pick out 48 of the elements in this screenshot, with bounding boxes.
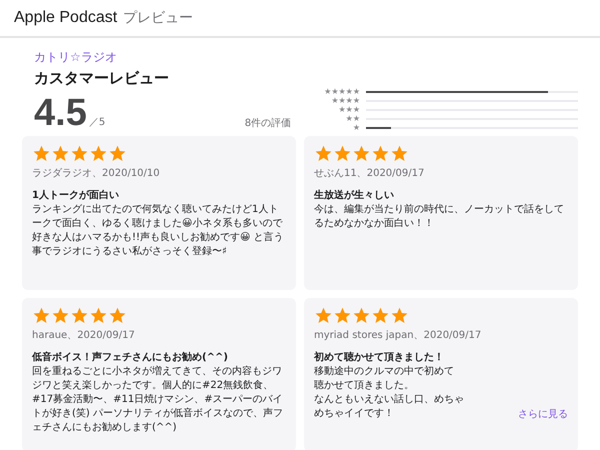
review-text: 聴かせて頂きました。 (314, 379, 414, 393)
star-icon (108, 144, 127, 163)
review-text: 今は、編集が当たり前の時代に、ノーカットで話をしてるためなかなか面白い！！ (314, 203, 565, 231)
star-icon (70, 306, 89, 325)
rating-count: 8件の評価 (244, 116, 292, 130)
review-author: せぶん11、2020/09/17 (314, 167, 424, 180)
star-icon (51, 306, 70, 325)
review-author: myriad stores japan、2020/09/17 (314, 329, 482, 342)
star-icon (371, 306, 390, 325)
review-author: ラジダラジオ、2020/10/10 (32, 167, 160, 180)
review-title: 低音ボイス！声フェチさんにもお勧め(^^) (32, 350, 228, 364)
star-icon (333, 144, 352, 163)
star-label: ★★★★★ (324, 88, 360, 96)
podcast-link[interactable]: カトリ☆ラジオ (34, 49, 117, 66)
review-text: 回を重ねるごとに小ネタが増えてきて、その内容もジワジワと笑え楽しかったです。個人的に#22無銭飲食、#17募金活動〜、#11日焼けマシン、#スーパーのバイトが好き(笑) パーソナリティが低音ボイスなので、声フェチさんにもお勧めします(^^) (32, 365, 284, 435)
star-icon (70, 144, 89, 163)
star-icon (89, 144, 108, 163)
star-icon (390, 306, 409, 325)
page-subtitle: プレビュー (123, 9, 194, 27)
review-author: haraue、2020/09/17 (32, 329, 135, 342)
star-icon (314, 306, 333, 325)
star-icon (371, 144, 390, 163)
review-title: 初めて聴かせて頂きました！ (314, 350, 444, 364)
star-icon (352, 306, 371, 325)
review-title: 1人トークが面白い (32, 188, 119, 202)
rating-score: 4.5 (34, 94, 87, 132)
star-icon (32, 144, 51, 163)
star-icon (108, 306, 127, 325)
star-icon (51, 144, 70, 163)
review-title: 生放送が生々しい (314, 188, 394, 202)
star-label: ★ (352, 124, 360, 132)
star-icon (333, 306, 352, 325)
star-icon (89, 306, 108, 325)
star-label: ★★★ (338, 106, 360, 114)
star-icon (390, 144, 409, 163)
more-link[interactable]: さらに見る (518, 407, 568, 421)
rating-max: ／5 (88, 116, 106, 129)
star-icon (352, 144, 371, 163)
review-text: ランキングに出てたので何気なく聴いてみたけど1人トークで面白く、ゆるく聴けました😀小ネタ系も多いので好きな人はハマるかも!!声も良いしお勧めです😀 と言う事でラジオにうるさい私がさっそく登録〜♯ (32, 203, 285, 259)
star-icon (32, 306, 51, 325)
brand-title: Apple Podcast (14, 9, 118, 27)
star-label: ★★★★ (331, 97, 360, 105)
review-text: めちゃイイです！ (314, 407, 394, 421)
review-text: なんともいえない話し口、めちゃ (314, 393, 464, 407)
section-title: カスタマーレビュー (34, 69, 170, 88)
star-label: ★★ (346, 115, 360, 123)
star-icon (314, 144, 333, 163)
review-text: 移動途中のクルマの中で初めて (314, 365, 454, 379)
